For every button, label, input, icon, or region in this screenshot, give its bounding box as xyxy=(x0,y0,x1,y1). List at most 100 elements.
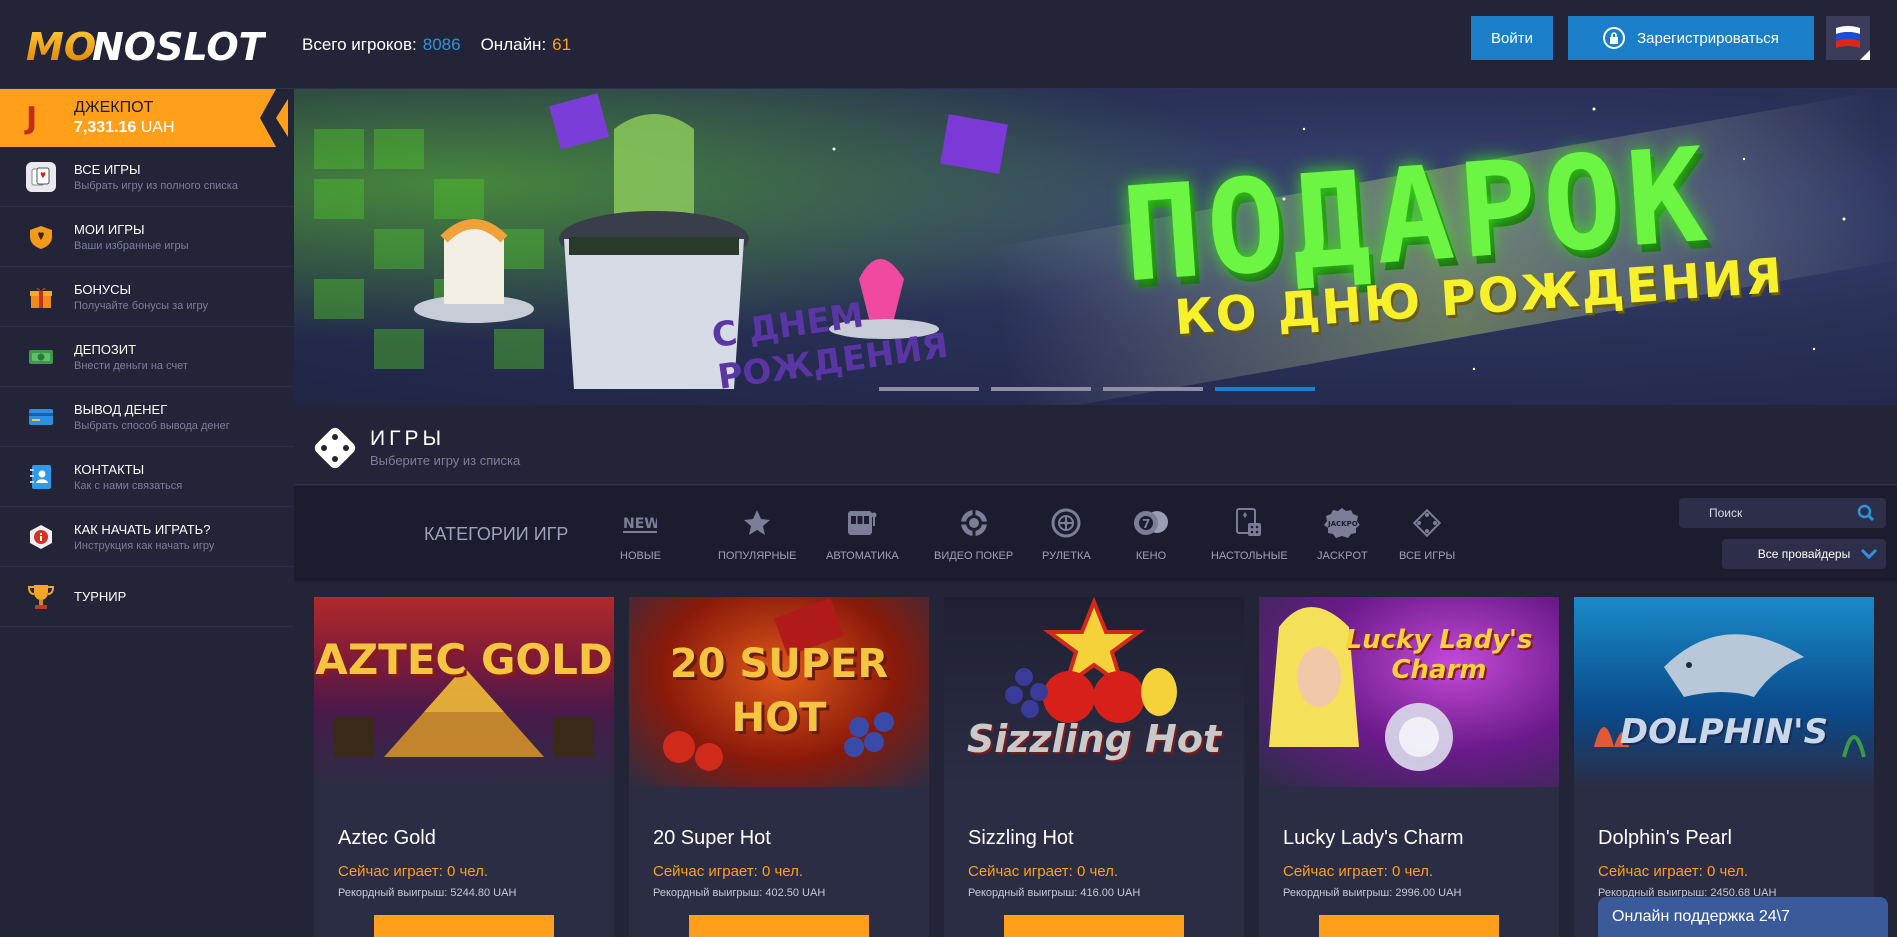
login-button[interactable]: Войти xyxy=(1471,16,1553,60)
banner-slide-indicators xyxy=(879,387,1315,391)
category-keno[interactable]: 7 КЕНО xyxy=(1132,506,1170,562)
slide-indicator-3[interactable] xyxy=(1103,387,1203,391)
players-now: Сейчас играет: 0 чел. xyxy=(968,863,1119,880)
category-roulette[interactable]: РУЛЕТКА xyxy=(1042,506,1091,562)
sidebar-item-withdraw[interactable]: ВЫВОД ДЕНЕГ Выбрать способ вывода денег xyxy=(0,387,294,447)
category-label: НАСТОЛЬНЫЕ xyxy=(1211,550,1288,562)
category-video-poker[interactable]: ВИДЕО ПОКЕР xyxy=(934,506,1013,562)
chevron-down-icon xyxy=(1860,548,1878,560)
category-label: ВИДЕО ПОКЕР xyxy=(934,550,1014,562)
sidebar-item-my-games[interactable]: МОИ ИГРЫ Ваши избранные игры xyxy=(0,207,294,267)
thumbnail-title: Sizzling Hot xyxy=(966,717,1222,761)
sidebar-item-label: ВСЕ ИГРЫ xyxy=(74,161,141,177)
players-now: Сейчас играет: 0 чел. xyxy=(338,863,489,880)
sidebar-item-tournament[interactable]: ТУРНИР xyxy=(0,567,294,627)
games-section-header: ИГРЫ Выберите игру из списка xyxy=(294,405,1897,485)
search-icon[interactable] xyxy=(1857,504,1875,522)
game-card-20-super-hot[interactable]: 20 SUPER HOT 20 Super Hot Сейчас играет:… xyxy=(629,597,929,937)
top-header: MO NOSLOT Всего игроков: 8086 Онлайн: 61 В… xyxy=(0,0,1897,89)
jackpot-panel[interactable]: J ДЖЕКПОТ 7,331.16 UAH xyxy=(0,89,294,147)
online-value: 61 xyxy=(552,35,572,54)
sidebar-item-subtitle: Внести деньги на счет xyxy=(74,359,188,372)
category-slots[interactable]: АВТОМАТИКА xyxy=(826,506,899,562)
sidebar-item-label: БОНУСЫ xyxy=(74,281,132,297)
total-players-value: 8086 xyxy=(422,35,461,54)
game-thumbnail[interactable]: DOLPHIN'S xyxy=(1574,597,1874,787)
game-name: Lucky Lady's Charm xyxy=(1283,827,1464,849)
game-thumbnail[interactable]: AZTEC GOLD xyxy=(314,597,614,787)
game-thumbnail[interactable]: Sizzling Hot xyxy=(944,597,1244,787)
category-new[interactable]: NEW НОВЫЕ xyxy=(620,506,661,562)
sidebar: J ДЖЕКПОТ 7,331.16 UAH ВСЕ ИГРЫ Выбрать … xyxy=(0,89,294,937)
sidebar-item-contacts[interactable]: КОНТАКТЫ Как с нами связаться xyxy=(0,447,294,507)
sidebar-item-subtitle: Получайте бонусы за игру xyxy=(74,299,208,312)
promo-banner[interactable]: ПОДАРОК КО ДНЮ РОЖДЕНИЯ С ДНЕМ РОЖДЕНИЯ xyxy=(294,89,1897,405)
register-button[interactable]: Зарегистрироваться xyxy=(1568,16,1814,60)
monoslot-logo[interactable]: MO NOSLOT xyxy=(26,22,266,68)
russia-flag-icon xyxy=(1836,26,1860,48)
gift-icon xyxy=(26,282,56,312)
thumbnail-title: AZTEC GOLD xyxy=(315,635,613,684)
sidebar-item-deposit[interactable]: ДЕПОЗИТ Внести деньги на счет xyxy=(0,327,294,387)
heart-shield-icon xyxy=(26,222,56,252)
game-card-aztec-gold[interactable]: AZTEC GOLD Aztec Gold Сейчас играет: 0 ч… xyxy=(314,597,614,937)
sidebar-item-subtitle: Выбрать способ вывода денег xyxy=(74,419,230,432)
slot-machine-icon xyxy=(826,506,899,540)
search-input[interactable] xyxy=(1679,498,1849,528)
category-popular[interactable]: ПОПУЛЯРНЫЕ xyxy=(718,506,797,562)
providers-dropdown[interactable]: Все провайдеры xyxy=(1722,539,1886,569)
record-win: Рекордный выигрыш: 416.00 UAH xyxy=(968,887,1141,899)
category-label: ВСЕ ИГРЫ xyxy=(1399,550,1456,562)
cards-icon xyxy=(26,161,56,192)
star-icon xyxy=(718,506,797,540)
sidebar-item-subtitle: Инструкция как начать игру xyxy=(74,539,215,552)
svg-text:MO: MO xyxy=(26,25,96,68)
slide-indicator-4[interactable] xyxy=(1215,387,1315,391)
category-jackpot[interactable]: JACKPOT JACKPOT xyxy=(1317,506,1368,562)
game-card-sizzling-hot[interactable]: Sizzling Hot Sizzling Hot Сейчас играет:… xyxy=(944,597,1244,937)
slide-indicator-2[interactable] xyxy=(991,387,1091,391)
game-thumbnail[interactable]: 20 SUPER HOT xyxy=(629,597,929,787)
thumbnail-title: Lucky Lady's Charm xyxy=(1345,625,1533,685)
record-win: Рекордный выигрыш: 2996.00 UAH xyxy=(1283,887,1462,899)
jackpot-badge-icon: JACKPOT xyxy=(1317,506,1368,540)
category-label: ПОПУЛЯРНЫЕ xyxy=(718,550,797,562)
keno-balls-icon: 7 xyxy=(1132,506,1170,540)
category-all-games[interactable]: ВСЕ ИГРЫ xyxy=(1399,506,1455,562)
sidebar-item-bonuses[interactable]: БОНУСЫ Получайте бонусы за игру xyxy=(0,267,294,327)
providers-label: Все провайдеры xyxy=(1757,547,1851,561)
games-section-title: ИГРЫ xyxy=(370,427,446,450)
record-win: Рекордный выигрыш: 5244.80 UAH xyxy=(338,887,517,899)
play-button[interactable] xyxy=(374,915,554,937)
online-support-button[interactable]: Онлайн поддержка 24\7 xyxy=(1598,897,1888,937)
game-card-lucky-ladys-charm[interactable]: Lucky Lady's Charm Lucky Lady's Charm Се… xyxy=(1259,597,1559,937)
dice-icon xyxy=(314,427,356,469)
jackpot-collapse-arrow-icon[interactable] xyxy=(260,89,294,147)
game-name: 20 Super Hot xyxy=(653,827,771,849)
play-button[interactable] xyxy=(1004,915,1184,937)
all-games-icon xyxy=(1399,506,1455,540)
slide-indicator-1[interactable] xyxy=(879,387,979,391)
category-label: РУЛЕТКА xyxy=(1042,550,1091,562)
svg-text:NEW: NEW xyxy=(623,516,657,532)
sidebar-item-all-games[interactable]: ВСЕ ИГРЫ Выбрать игру из полного списка xyxy=(0,147,294,207)
category-table-games[interactable]: НАСТОЛЬНЫЕ xyxy=(1211,506,1288,562)
categories-label: КАТЕГОРИИ ИГР xyxy=(424,524,569,544)
language-selector[interactable] xyxy=(1826,16,1870,60)
record-win: Рекордный выигрыш: 402.50 UAH xyxy=(653,887,826,899)
game-card-dolphins-pearl[interactable]: DOLPHIN'S Dolphin's Pearl Сейчас играет:… xyxy=(1574,597,1874,937)
game-thumbnail[interactable]: Lucky Lady's Charm xyxy=(1259,597,1559,787)
play-button[interactable] xyxy=(1319,915,1499,937)
game-categories-bar: КАТЕГОРИИ ИГР NEW НОВЫЕ ПОПУЛЯРНЫЕ АВТОМ… xyxy=(294,486,1897,581)
sidebar-item-label: КАК НАЧАТЬ ИГРАТЬ? xyxy=(74,521,211,537)
game-name: Dolphin's Pearl xyxy=(1598,827,1732,849)
roulette-icon xyxy=(1042,506,1091,540)
sidebar-item-how-to-start[interactable]: КАК НАЧАТЬ ИГРАТЬ? Инструкция как начать… xyxy=(0,507,294,567)
lock-icon xyxy=(1603,27,1626,49)
game-name: Sizzling Hot xyxy=(968,827,1074,849)
sidebar-item-subtitle: Как с нами связаться xyxy=(74,479,183,492)
play-button[interactable] xyxy=(689,915,869,937)
contact-book-icon xyxy=(26,462,56,492)
svg-text:NOSLOT: NOSLOT xyxy=(92,25,266,68)
dropdown-corner-icon xyxy=(1860,50,1870,60)
